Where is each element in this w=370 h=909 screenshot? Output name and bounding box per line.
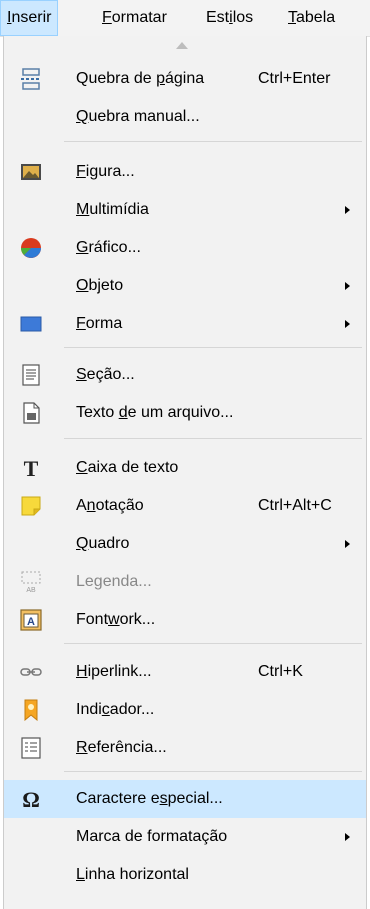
menu-item-fontwork[interactable]: A Fontwork...	[4, 601, 366, 639]
menu-item-manual-break[interactable]: Quebra manual...	[4, 98, 366, 136]
menu-item-label: Quadro	[76, 535, 130, 552]
menu-item-label: Multimídia	[76, 201, 149, 218]
section-icon	[20, 364, 42, 386]
menu-item-hyperlink[interactable]: Hiperlink... Ctrl+K	[4, 653, 366, 691]
fontwork-icon: A	[20, 609, 42, 631]
menu-item-label: Indicador...	[76, 701, 155, 718]
svg-text:A: A	[27, 616, 35, 628]
separator	[64, 771, 362, 772]
submenu-arrow-icon	[345, 206, 350, 214]
shortcut-label: Ctrl+Alt+C	[258, 497, 332, 514]
menu-item-frame[interactable]: Quadro	[4, 525, 366, 563]
submenu-arrow-icon	[345, 833, 350, 841]
shortcut-label: Ctrl+Enter	[258, 70, 331, 87]
menu-bar: Inserir Formatar Estilos Tabela	[0, 0, 370, 37]
menu-item-label: Linha horizontal	[76, 866, 189, 883]
menu-item-horizontal-line[interactable]: Linha horizontal	[4, 856, 366, 894]
cross-reference-icon	[20, 737, 42, 759]
submenu-arrow-icon	[345, 540, 350, 548]
menu-item-bookmark[interactable]: Indicador...	[4, 691, 366, 729]
bookmark-icon	[20, 699, 42, 722]
menu-item-multimedia[interactable]: Multimídia	[4, 191, 366, 229]
separator	[64, 643, 362, 644]
menu-item-label: Figura...	[76, 163, 135, 180]
text-box-icon: T	[20, 456, 42, 481]
menu-item-label: Hiperlink...	[76, 663, 152, 680]
page-break-icon	[20, 68, 42, 90]
file-text-icon	[20, 402, 42, 424]
menu-item-comment[interactable]: Anotação Ctrl+Alt+C	[4, 487, 366, 525]
menu-item-formatting-mark[interactable]: Marca de formatação	[4, 818, 366, 856]
menu-estilos[interactable]: Estilos	[200, 0, 259, 36]
svg-text:Ω: Ω	[22, 788, 40, 810]
menu-item-label: Quebra manual...	[76, 108, 200, 125]
separator	[64, 141, 362, 142]
menu-item-label: Gráfico...	[76, 239, 141, 256]
shape-icon	[20, 313, 42, 335]
svg-text:AB: AB	[26, 587, 36, 593]
menu-inserir[interactable]: Inserir	[0, 0, 59, 36]
comment-icon	[20, 495, 42, 517]
menu-item-label: Fontwork...	[76, 611, 156, 628]
scroll-up-arrow[interactable]	[4, 36, 366, 58]
menu-item-page-break[interactable]: Quebra de página Ctrl+Enter	[4, 60, 366, 98]
menu-item-object[interactable]: Objeto	[4, 267, 366, 305]
menu-item-cross-reference[interactable]: Referência...	[4, 729, 366, 767]
menu-item-label: Referência...	[76, 739, 167, 756]
menu-item-label: Caractere especial...	[76, 790, 223, 807]
menu-item-section[interactable]: Seção...	[4, 356, 366, 394]
insert-dropdown-menu: Quebra de página Ctrl+Enter Quebra manua…	[3, 36, 367, 909]
menu-item-shape[interactable]: Forma	[4, 305, 366, 343]
menu-item-special-character[interactable]: Ω Caractere especial...	[4, 780, 366, 818]
shortcut-label: Ctrl+K	[258, 663, 303, 680]
submenu-arrow-icon	[345, 282, 350, 290]
menu-item-label: Caixa de texto	[76, 459, 179, 476]
hyperlink-icon	[20, 661, 42, 683]
svg-text:T: T	[24, 457, 39, 479]
menu-item-label: Objeto	[76, 277, 124, 294]
menu-item-label: Legenda...	[76, 573, 152, 590]
menu-tabela[interactable]: Tabela	[282, 0, 341, 36]
menu-item-label: Seção...	[76, 366, 135, 383]
menu-item-caption: AB Legenda...	[4, 563, 366, 601]
chevron-up-icon	[176, 42, 188, 49]
menu-item-label: Marca de formatação	[76, 828, 228, 845]
separator	[64, 347, 362, 348]
omega-icon: Ω	[20, 787, 42, 812]
menu-item-figure[interactable]: Figura...	[4, 153, 366, 191]
menu-item-text-from-file[interactable]: Texto de um arquivo...	[4, 394, 366, 432]
menu-formatar[interactable]: Formatar	[96, 0, 173, 36]
menu-item-label: Forma	[76, 315, 123, 332]
chart-icon	[20, 237, 42, 259]
image-icon	[20, 161, 42, 183]
menu-item-label: Quebra de página	[76, 70, 205, 87]
submenu-arrow-icon	[345, 320, 350, 328]
menu-item-label: Anotação	[76, 497, 144, 514]
menu-item-chart[interactable]: Gráfico...	[4, 229, 366, 267]
separator	[64, 438, 362, 439]
menu-item-text-box[interactable]: T Caixa de texto	[4, 449, 366, 487]
menu-item-label: Texto de um arquivo...	[76, 404, 234, 421]
caption-icon: AB	[20, 571, 42, 594]
